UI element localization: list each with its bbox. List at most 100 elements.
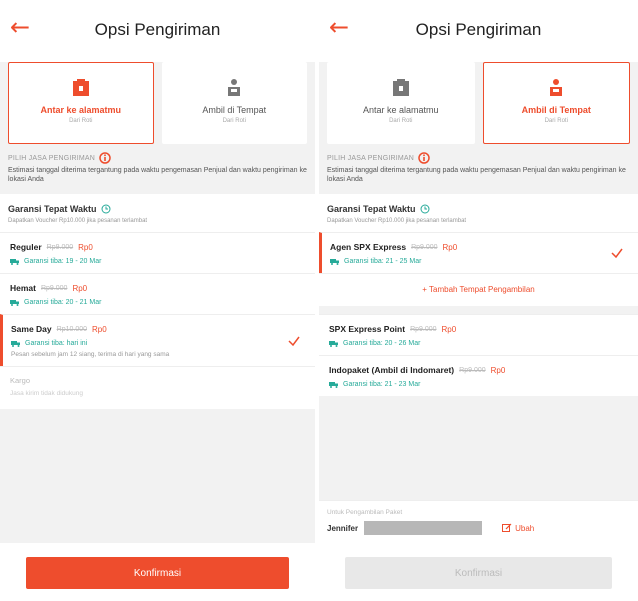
method-row: Antar ke alamatmu Dari Roti Ambil di Tem…: [319, 62, 638, 144]
option-name: SPX Express Point: [329, 324, 406, 334]
shipping-option-spx-point[interactable]: SPX Express Point Rp9.000 Rp0 Garansi ti…: [319, 314, 638, 355]
clock-icon[interactable]: [101, 204, 111, 214]
truck-icon: [329, 341, 338, 347]
pickup-label: Untuk Pengambilan Paket: [327, 509, 403, 516]
option-price: Rp0: [92, 324, 107, 334]
method-row: Antar ke alamatmu Dari Roti Ambil di Tem…: [0, 62, 315, 144]
page-title: Opsi Pengiriman: [415, 20, 542, 39]
option-eta: Garansi tiba: 19 - 20 Mar: [10, 258, 307, 265]
eta-text: Garansi tiba: 19 - 20 Mar: [24, 258, 102, 265]
option-old-price: Rp9.000: [459, 366, 486, 374]
edit-label: Ubah: [515, 523, 535, 533]
check-icon: [611, 248, 623, 259]
truck-icon: [10, 300, 19, 306]
truck-icon: [330, 259, 339, 265]
estimate-text: Estimasi tanggal diterima tergantung pad…: [327, 167, 626, 183]
option-eta: Garansi tiba: 21 - 25 Mar: [330, 258, 630, 265]
delivery-box-icon: [392, 79, 409, 96]
option-old-price: Rp9.000: [411, 243, 438, 251]
method-delivery-card[interactable]: Antar ke alamatmu Dari Roti: [327, 62, 475, 144]
option-name: Reguler: [10, 242, 42, 252]
pilih-label: PILIH JASA PENGIRIMAN: [327, 154, 415, 162]
shipping-option-agen-spx[interactable]: Agen SPX Express Rp9.000 Rp0 Garansi tib…: [319, 232, 638, 273]
estimate-text: Estimasi tanggal diterima tergantung pad…: [8, 167, 307, 183]
option-eta: Garansi tiba: 20 - 21 Mar: [10, 299, 307, 306]
page-title: Opsi Pengiriman: [94, 20, 221, 39]
redacted-phone: [364, 521, 483, 535]
pilih-label-row: PILIH JASA PENGIRIMAN: [8, 152, 307, 164]
method-sub: Dari Roti: [69, 118, 93, 124]
garansi-section: Garansi Tepat Waktu Dapatkan Voucher Rp1…: [319, 194, 638, 232]
garansi-sub: Dapatkan Voucher Rp10.000 jika pesanan t…: [8, 218, 148, 224]
shipping-option-kargo: Kargo Jasa kirim tidak didukung: [0, 366, 315, 409]
help-icon[interactable]: [418, 152, 430, 164]
option-note: Pesan sebelum jam 12 siang, terima di ha…: [11, 351, 170, 358]
check-icon: [288, 336, 300, 346]
garansi-title-row: Garansi Tepat Waktu: [8, 204, 307, 214]
option-line: Same Day Rp10.000 Rp0: [11, 324, 307, 334]
option-price: Rp0: [490, 365, 506, 375]
garansi-sub: Dapatkan Voucher Rp10.000 jika pesanan t…: [327, 218, 467, 224]
shipping-option-same-day[interactable]: Same Day Rp10.000 Rp0 Garansi tiba: hari…: [0, 314, 315, 366]
info-block: PILIH JASA PENGIRIMAN Estimasi tanggal d…: [0, 144, 315, 192]
option-price: Rp0: [441, 324, 457, 334]
truck-icon: [329, 382, 338, 388]
help-icon[interactable]: [99, 152, 111, 164]
pilih-label-row: PILIH JASA PENGIRIMAN: [327, 152, 630, 164]
option-name: Agen SPX Express: [330, 242, 407, 252]
method-sub: Dari Roti: [222, 118, 246, 124]
section-gap: [319, 306, 638, 314]
kargo-name: Kargo: [10, 376, 31, 385]
eta-text: Garansi tiba: 21 - 23 Mar: [343, 381, 421, 388]
method-pickup-card[interactable]: Ambil di Tempat Dari Roti: [161, 62, 307, 144]
method-pickup-card[interactable]: Ambil di Tempat Dari Roti: [482, 62, 630, 144]
confirm-button[interactable]: Konfirmasi: [345, 557, 612, 589]
right-screen: ← Opsi Pengiriman Antar ke alamatmu Dari…: [319, 0, 638, 601]
confirm-button[interactable]: Konfirmasi: [26, 557, 289, 589]
kargo-sub: Jasa kirim tidak didukung: [10, 390, 83, 397]
edit-icon: [502, 523, 512, 532]
edit-recipient-button[interactable]: Ubah: [502, 523, 534, 533]
shipping-option-reguler[interactable]: Reguler Rp9.000 Rp0 Garansi tiba: 19 - 2…: [0, 232, 315, 273]
option-old-price: Rp10.000: [56, 325, 87, 333]
method-label: Antar ke alamatmu: [362, 105, 439, 115]
method-label: Antar ke alamatmu: [40, 105, 122, 115]
option-price: Rp0: [72, 283, 88, 293]
option-name: Same Day: [11, 324, 52, 334]
left-screen: ← Opsi Pengiriman Antar ke alamatmu Dari…: [0, 0, 319, 601]
option-eta: Garansi tiba: 20 - 26 Mar: [329, 340, 630, 347]
truck-icon: [10, 259, 19, 265]
eta-text: Garansi tiba: 20 - 21 Mar: [24, 299, 102, 306]
method-label: Ambil di Tempat: [521, 105, 591, 115]
truck-icon: [11, 341, 20, 347]
confirm-bar: Konfirmasi: [0, 543, 315, 601]
pickup-person-icon: [550, 79, 563, 96]
delivery-box-icon: [72, 79, 89, 96]
shipping-option-hemat[interactable]: Hemat Rp9.000 Rp0 Garansi tiba: 20 - 21 …: [0, 273, 315, 314]
option-line: Agen SPX Express Rp9.000 Rp0: [330, 242, 630, 252]
pilih-label: PILIH JASA PENGIRIMAN: [8, 154, 96, 162]
option-price: Rp0: [78, 242, 93, 252]
option-price: Rp0: [442, 242, 458, 252]
garansi-title-row: Garansi Tepat Waktu: [327, 204, 630, 214]
method-delivery-card[interactable]: Antar ke alamatmu Dari Roti: [8, 62, 154, 144]
add-pickup-location-button[interactable]: + Tambah Tempat Pengambilan: [319, 273, 638, 306]
option-old-price: Rp9.000: [46, 243, 74, 251]
shipping-option-indopaket[interactable]: Indopaket (Ambil di Indomaret) Rp9.000 R…: [319, 355, 638, 396]
header: ← Opsi Pengiriman: [319, 0, 638, 62]
option-line: Reguler Rp9.000 Rp0: [10, 242, 307, 252]
method-sub: Dari Roti: [544, 118, 568, 124]
pickup-person-icon: [228, 79, 241, 96]
clock-icon[interactable]: [420, 204, 430, 214]
screens: ← Opsi Pengiriman Antar ke alamatmu Dari…: [0, 0, 638, 601]
option-name: Hemat: [10, 283, 36, 293]
pickup-row: Jennifer Ubah: [327, 521, 630, 535]
eta-text: Garansi tiba: 20 - 26 Mar: [343, 340, 421, 347]
info-block: PILIH JASA PENGIRIMAN Estimasi tanggal d…: [319, 144, 638, 192]
header: ← Opsi Pengiriman: [0, 0, 315, 62]
option-old-price: Rp9.000: [40, 284, 68, 292]
garansi-section: Garansi Tepat Waktu Dapatkan Voucher Rp1…: [0, 194, 315, 232]
method-sub: Dari Roti: [389, 118, 413, 124]
option-line: Indopaket (Ambil di Indomaret) Rp9.000 R…: [329, 365, 630, 375]
option-line: Hemat Rp9.000 Rp0: [10, 283, 307, 293]
